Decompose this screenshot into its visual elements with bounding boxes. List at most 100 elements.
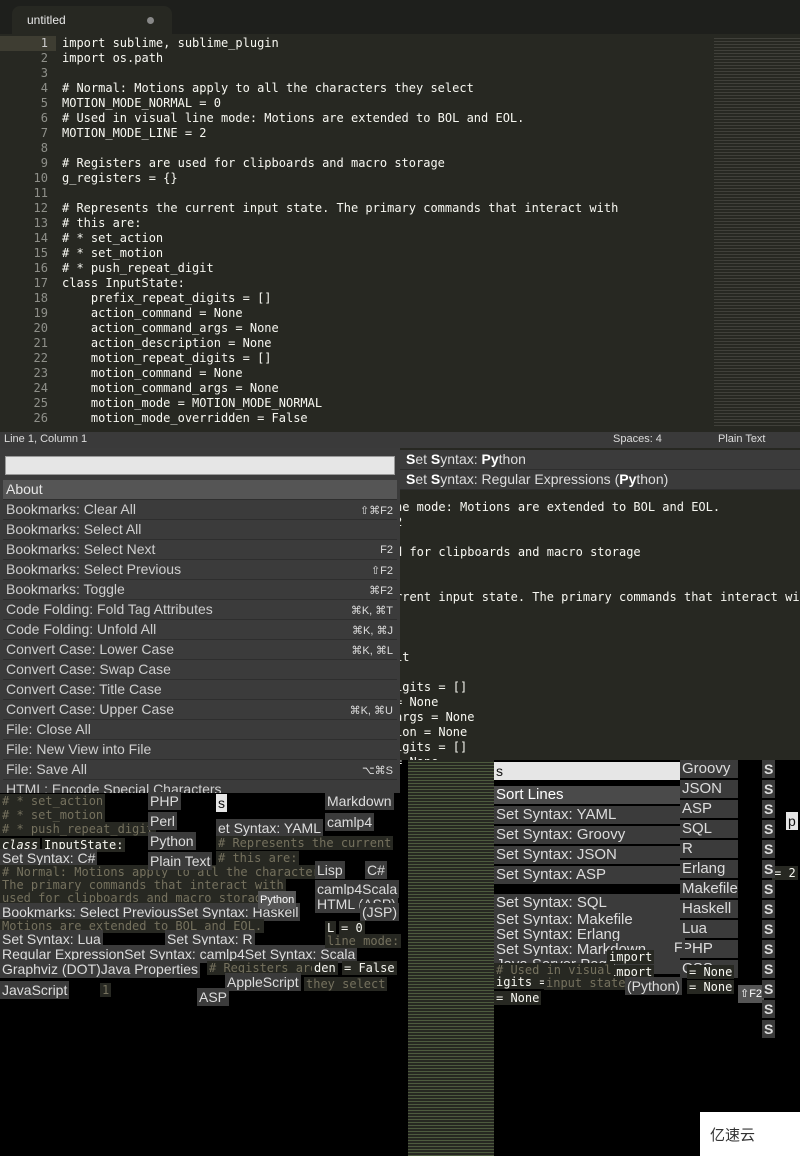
code-line: d for clipboards and macro storage xyxy=(395,545,641,559)
fragment: input state. xyxy=(544,976,635,990)
fragment-letter: S xyxy=(762,900,776,918)
fragment-letter: S xyxy=(762,940,776,958)
line-number: 22 xyxy=(33,351,48,365)
command-palette: About Bookmarks: Clear All ⇧⌘F2 Bookmarks: … xyxy=(0,448,400,793)
code-line: motion_mode = MOTION_MODE_NORMAL xyxy=(62,396,323,410)
syntax-item[interactable]: Erlang xyxy=(680,860,738,878)
command-item[interactable]: Bookmarks: Clear All ⇧⌘F2 xyxy=(3,500,397,520)
syntax-item[interactable]: SQL xyxy=(680,820,738,838)
code-line: # * set_action xyxy=(62,231,164,245)
fragment: they select xyxy=(304,977,388,991)
command-item[interactable]: Convert Case: Swap Case xyxy=(3,660,397,680)
fragment: Python xyxy=(148,832,196,850)
command-label: Bookmarks: Toggle xyxy=(6,581,125,597)
fragment: = 2 xyxy=(772,866,798,880)
line-number: 21 xyxy=(33,336,48,350)
command-item[interactable]: Bookmarks: Toggle ⌘F2 xyxy=(3,580,397,600)
command-item[interactable]: Bookmarks: Select All xyxy=(3,520,397,540)
search-input[interactable]: s xyxy=(494,762,680,780)
fragment: p xyxy=(786,812,798,830)
fragment: Graphviz (DOT)Java Properties xyxy=(0,960,201,978)
syntax-item[interactable]: Lua xyxy=(680,920,738,938)
syntax-selector[interactable]: Plain Text xyxy=(718,433,766,445)
command-item[interactable]: Bookmarks: Select Previous ⇧F2 xyxy=(3,560,397,580)
keyboard-shortcut: ⇧F2 xyxy=(370,565,393,577)
code-line: action_command_args = None xyxy=(62,321,279,335)
command-item[interactable]: Set Syntax: YAML xyxy=(494,806,680,824)
fragment: # Represents the current xyxy=(216,836,394,850)
command-item[interactable]: Set Syntax: Groovy xyxy=(494,826,680,844)
code-line: # Registers are used for clipboards and … xyxy=(62,156,445,170)
syntax-item[interactable]: PHP xyxy=(680,940,738,958)
code-line: MOTION_MODE_NORMAL = 0 xyxy=(62,96,221,110)
code-line: g_registers = {} xyxy=(62,171,178,185)
command-item[interactable]: Set Syntax: SQL xyxy=(494,894,680,912)
line-number: 10 xyxy=(33,171,48,185)
command-label: Code Folding: Unfold All xyxy=(6,621,157,637)
line-number: 13 xyxy=(33,216,48,230)
code-line: motion_repeat_digits = [] xyxy=(62,351,272,365)
keyboard-shortcut: F2 xyxy=(380,544,393,556)
command-item[interactable]: About xyxy=(3,480,397,500)
cursor-position: Line 1, Column 1 xyxy=(4,433,88,445)
code-line: # Normal: Motions apply to all the chara… xyxy=(62,81,474,95)
command-item[interactable]: Code Folding: Fold Tag Attributes ⌘K, ⌘T xyxy=(3,600,397,620)
line-number: 25 xyxy=(33,396,48,410)
fragment-letter: S xyxy=(762,860,776,878)
code-line: args = None xyxy=(395,710,475,724)
tab-untitled[interactable]: untitled xyxy=(12,6,172,34)
command-item[interactable]: File: New View into File xyxy=(3,740,397,760)
syntax-item[interactable]: Groovy xyxy=(680,760,738,778)
command-item[interactable]: Set Syntax: JSON xyxy=(494,846,680,864)
fragment: Markdown xyxy=(325,792,394,810)
tab-title: untitled xyxy=(27,13,66,27)
command-item[interactable]: Convert Case: Title Case xyxy=(3,680,397,700)
command-palette-input[interactable] xyxy=(5,456,395,475)
command-label: Bookmarks: Select Next xyxy=(6,541,156,557)
fragment: (JSP) xyxy=(360,903,399,921)
syntax-result[interactable]: Set Syntax: Python xyxy=(400,450,800,470)
line-number: 17 xyxy=(33,276,48,290)
command-item[interactable]: Set Syntax: ASP xyxy=(494,866,680,884)
code-line: # Used in visual line mode: Motions are … xyxy=(62,111,525,125)
indentation-setting[interactable]: Spaces: 4 xyxy=(613,433,662,445)
command-item[interactable]: Convert Case: Lower Case ⌘K, ⌘L xyxy=(3,640,397,660)
fragment: Perl xyxy=(148,812,177,830)
fragment: PHP xyxy=(148,792,181,810)
line-number: 8 xyxy=(40,141,48,155)
fragment: = None xyxy=(494,991,542,1005)
command-item[interactable]: File: Save All ⌥⌘S xyxy=(3,760,397,780)
syntax-result[interactable]: Set Syntax: Regular Expressions (Python) xyxy=(400,470,800,490)
command-item[interactable]: Convert Case: Upper Case ⌘K, ⌘U xyxy=(3,700,397,720)
syntax-item[interactable]: R xyxy=(680,840,738,858)
command-item[interactable]: File: Close All xyxy=(3,720,397,740)
code-line: ion = None xyxy=(395,725,468,739)
syntax-item[interactable]: Makefile xyxy=(680,880,738,898)
code-line: # * set_motion xyxy=(62,246,164,260)
keyboard-shortcut: ⌘K, ⌘L xyxy=(351,645,393,657)
code-line: ne mode: Motions are extended to BOL and… xyxy=(395,500,721,514)
command-item[interactable]: Sort Lines xyxy=(494,786,680,804)
minimap[interactable] xyxy=(714,36,800,426)
line-number: 2 xyxy=(40,51,48,65)
fragment: # * set_motion xyxy=(0,808,106,822)
editor[interactable]: untitled 1 2 3 4 5 6 7 8 9 10 11 12 13 14 15 16 17 18 19 20… xyxy=(0,0,800,432)
command-label: Bookmarks: Select Previous xyxy=(6,561,182,577)
keyboard-shortcut: ⌘K, ⌘J xyxy=(352,625,393,637)
syntax-item[interactable]: JSON xyxy=(680,780,738,798)
fragment: ⇧F2 xyxy=(738,985,765,1003)
line-number: 26 xyxy=(33,411,48,425)
fragment: camlp4 xyxy=(325,813,375,831)
fragment: line mode: xyxy=(325,934,402,948)
fragment-letter: S xyxy=(762,820,776,838)
code-line: import sublime, sublime_plugin xyxy=(62,36,279,50)
command-label: Bookmarks: Clear All xyxy=(6,501,136,517)
syntax-item[interactable]: Haskell xyxy=(680,900,738,918)
command-label: Convert Case: Title Case xyxy=(6,681,162,697)
line-number: 11 xyxy=(33,186,48,200)
syntax-item[interactable]: ASP xyxy=(680,800,738,818)
keyboard-shortcut: ⌘K, ⌘T xyxy=(350,605,393,617)
command-item[interactable]: Code Folding: Unfold All ⌘K, ⌘J xyxy=(3,620,397,640)
line-number: 23 xyxy=(33,366,48,380)
command-item[interactable]: Bookmarks: Select Next F2 xyxy=(3,540,397,560)
